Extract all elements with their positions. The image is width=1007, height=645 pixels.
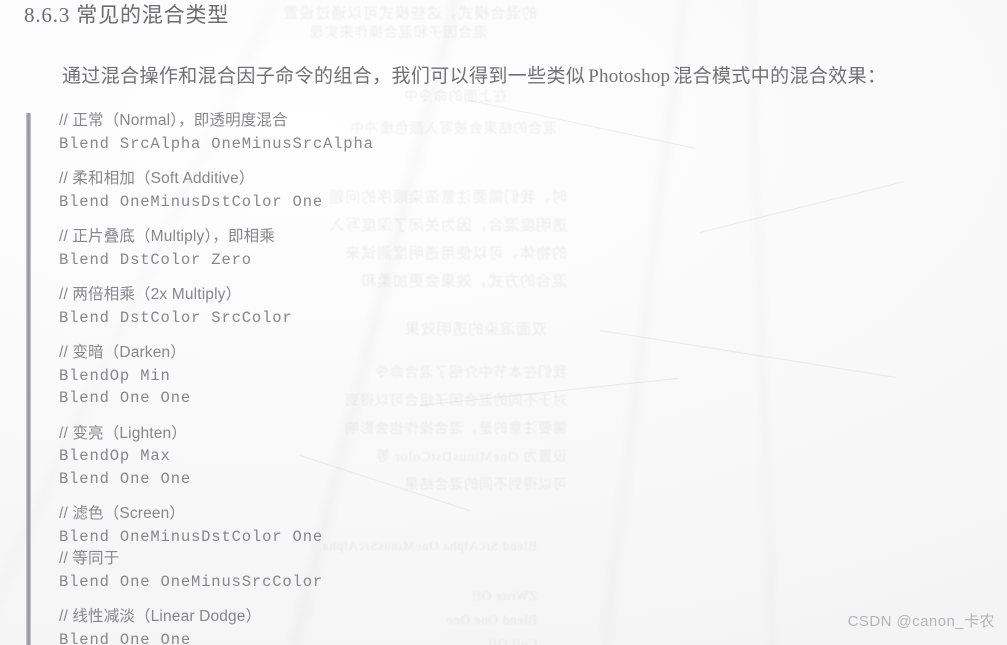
- code-comment-line: // 线性减淡（Linear Dodge）: [59, 608, 262, 625]
- csdn-watermark: CSDN @canon_卡农: [847, 613, 995, 630]
- paragraph-lead-text: 通过混合操作和混合因子命令的组合，我们可以得到一些类似: [62, 66, 586, 87]
- code-block: // 正常（Normal），即透明度混合 Blend SrcAlpha OneMi…: [24, 110, 984, 645]
- code-line: Blend OneMinusDstColor One: [59, 192, 324, 211]
- scanned-book-page: 的混合模式，这些模式可以通过设置混合因子和混合操作来实现在上面的命令中混合的结果…: [0, 0, 1007, 645]
- code-comment-line: // 两倍相乘（2x Multiply）: [59, 286, 242, 303]
- body-paragraph: 通过混合操作和混合因子命令的组合，我们可以得到一些类似 Photoshop 混合模式…: [24, 59, 964, 95]
- code-line: Blend OneMinusDstColor One: [59, 527, 324, 546]
- code-line: Blend One One: [59, 630, 192, 645]
- code-comment-line: // 滤色（Screen）: [59, 505, 186, 522]
- code-comment-line: // 正片叠底（Multiply），即相乘: [59, 228, 275, 245]
- code-comment-line: // 等同于: [59, 550, 120, 567]
- code-comment-line: // 变亮（Lighten）: [59, 424, 187, 442]
- paragraph-inline-term: Photoshop: [588, 66, 671, 87]
- code-comment-line: // 柔和相加（Soft Additive）: [59, 170, 255, 187]
- code-lines: // 正常（Normal），即透明度混合 Blend SrcAlpha OneMi…: [59, 110, 984, 645]
- code-comment-line: // 正常（Normal），即透明度混合: [59, 112, 288, 129]
- code-line: Blend DstColor SrcColor: [59, 308, 293, 327]
- code-line: BlendOp Min: [59, 366, 171, 385]
- code-gutter-bar: [26, 113, 31, 645]
- section-heading: 8.6.3 常见的混合类型: [24, 3, 230, 27]
- code-line: Blend DstColor Zero: [59, 250, 252, 269]
- paragraph-tail-text: 混合模式中的混合效果：: [673, 66, 887, 87]
- code-line: Blend One One: [59, 469, 192, 488]
- code-line: Blend One OneMinusSrcColor: [59, 572, 324, 591]
- code-line: Blend One One: [59, 389, 192, 407]
- code-line: BlendOp Max: [59, 447, 171, 465]
- code-line: Blend SrcAlpha OneMinusSrcAlpha: [59, 134, 374, 153]
- code-comment-line: // 变暗（Darken）: [59, 344, 186, 361]
